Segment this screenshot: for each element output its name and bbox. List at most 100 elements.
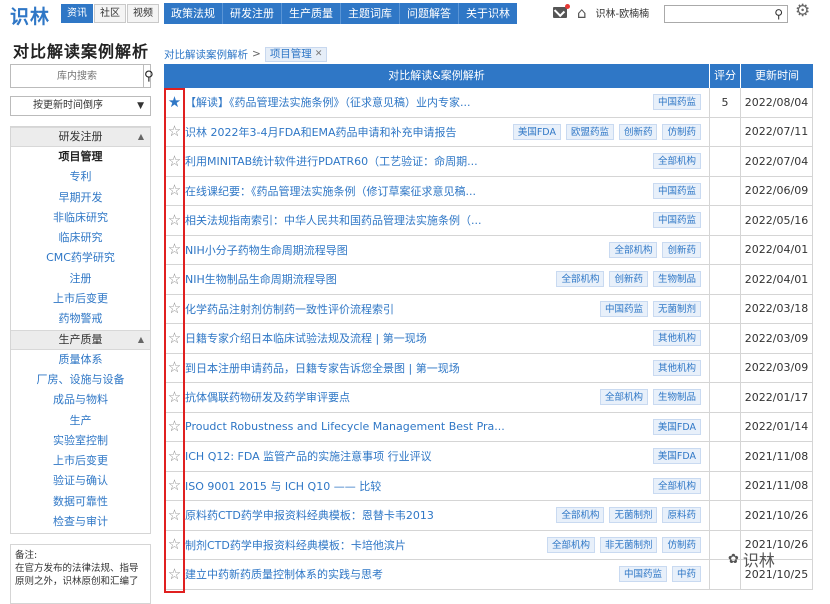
search-icon[interactable]: ⚲ <box>774 8 783 20</box>
category-tag[interactable]: 中药 <box>671 566 701 583</box>
sidebar-menu-item[interactable]: 成品与物料 <box>11 390 150 410</box>
channel-tab[interactable]: 视频 <box>127 4 159 23</box>
star-icon[interactable]: ☆ <box>168 183 181 198</box>
close-icon[interactable]: ✕ <box>315 48 323 61</box>
article-title-link[interactable]: ICH Q12: FDA 监管产品的实施注意事项 行业评议 <box>185 448 648 464</box>
star-icon[interactable]: ☆ <box>168 212 181 228</box>
article-title-link[interactable]: Proudct Robustness and Lifecycle Managem… <box>185 420 648 433</box>
category-tag[interactable]: 中国药监 <box>652 212 701 229</box>
star-icon[interactable]: ☆ <box>168 242 181 257</box>
category-tag[interactable]: 全部机构 <box>546 536 595 553</box>
category-tag[interactable]: 其他机构 <box>652 359 701 376</box>
category-tag[interactable]: 生物制品 <box>652 389 701 406</box>
category-tag[interactable]: 中国药监 <box>618 566 667 583</box>
article-title-link[interactable]: ISO 9001 2015 与 ICH Q10 —— 比较 <box>185 478 648 494</box>
star-icon[interactable]: ☆ <box>168 566 181 582</box>
article-title-link[interactable]: 原料药CTD药学申报资料经典模板：恩替卡韦2013 <box>185 507 551 523</box>
sidebar-menu-item[interactable]: 非临床研究 <box>11 208 150 228</box>
category-tag[interactable]: 创新药 <box>662 241 701 258</box>
category-tag[interactable]: 全部机构 <box>599 389 648 406</box>
sidebar-menu-item[interactable]: 专利 <box>11 167 150 187</box>
star-icon[interactable]: ☆ <box>168 448 181 464</box>
category-tag[interactable]: 全部机构 <box>609 241 658 258</box>
category-tag[interactable]: 其他机构 <box>652 330 701 347</box>
sidebar-menu-item[interactable]: 生产 <box>11 411 150 431</box>
category-tag[interactable]: 全部机构 <box>652 153 701 170</box>
sidebar-menu-item[interactable]: 厂房、设施与设备 <box>11 370 150 390</box>
article-title-link[interactable]: 利用MINITAB统计软件进行PDATR60（工艺验证：命周期... <box>185 153 648 169</box>
star-icon[interactable]: ☆ <box>168 153 181 169</box>
star-icon[interactable]: ☆ <box>168 507 181 523</box>
column-header-date[interactable]: 更新时间 <box>741 64 813 88</box>
star-icon[interactable]: ☆ <box>168 419 181 434</box>
category-tag[interactable]: 全部机构 <box>556 507 605 524</box>
category-tag[interactable]: 美国FDA <box>652 418 701 435</box>
menu-group-header[interactable]: 研发注册 ▲ <box>11 127 150 147</box>
sidebar-menu-item[interactable]: 质量体系 <box>11 350 150 370</box>
star-icon[interactable]: ☆ <box>168 271 181 287</box>
article-title-link[interactable]: 抗体偶联药物研发及药学审评要点 <box>185 389 595 405</box>
category-tag[interactable]: 无菌制剂 <box>609 507 658 524</box>
column-header-score[interactable]: 评分 <box>710 64 741 88</box>
category-tag[interactable]: 全部机构 <box>652 477 701 494</box>
article-title-link[interactable]: 识林 2022年3-4月FDA和EMA药品申请和补充申请报告 <box>185 124 508 140</box>
category-tag[interactable]: 无菌制剂 <box>652 300 701 317</box>
library-search-input[interactable] <box>11 65 143 87</box>
star-icon[interactable]: ☆ <box>168 124 181 139</box>
category-tag[interactable]: 原料药 <box>662 507 701 524</box>
sidebar-menu-item[interactable]: 上市后变更 <box>11 289 150 309</box>
article-title-link[interactable]: 日籍专家介绍日本临床试验法规及流程 | 第一现场 <box>185 330 648 346</box>
article-title-link[interactable]: 在线课纪要：《药品管理法实施条例（修订草案征求意见稿... <box>185 183 648 199</box>
article-title-link[interactable]: 化学药品注射剂仿制药一致性评价流程索引 <box>185 301 595 317</box>
category-tag[interactable]: 生物制品 <box>652 271 701 288</box>
sidebar-menu-item[interactable]: 检查与审计 <box>11 512 150 532</box>
site-logo[interactable]: 识林 <box>10 2 50 29</box>
category-tag[interactable]: 中国药监 <box>599 300 648 317</box>
nav-item[interactable]: 关于识林 <box>459 3 517 24</box>
category-tag[interactable]: 中国药监 <box>652 182 701 199</box>
star-icon[interactable]: ☆ <box>168 330 181 346</box>
nav-item[interactable]: 生产质量 <box>282 3 341 24</box>
category-tag[interactable]: 仿制药 <box>662 536 701 553</box>
article-title-link[interactable]: 建立中药新药质量控制体系的实践与思考 <box>185 566 614 582</box>
category-tag[interactable]: 创新药 <box>618 123 658 140</box>
category-tag[interactable]: 中国药监 <box>652 94 701 111</box>
channel-tab[interactable]: 资讯 <box>61 4 93 23</box>
sidebar-menu-item[interactable]: CMC药学研究 <box>11 248 150 268</box>
article-title-link[interactable]: 到日本注册申请药品，日籍专家告诉您全景图 | 第一现场 <box>185 360 648 376</box>
nav-item[interactable]: 问题解答 <box>400 3 459 24</box>
sidebar-menu-item[interactable]: 验证与确认 <box>11 471 150 491</box>
category-tag[interactable]: 美国FDA <box>512 123 561 140</box>
sort-select[interactable]: 按更新时间倒序 ▼ <box>10 96 151 116</box>
breadcrumb-parent[interactable]: 对比解读案例解析 <box>164 47 248 62</box>
article-title-link[interactable]: 相关法规指南索引：中华人民共和国药品管理法实施条例（... <box>185 212 648 228</box>
channel-tab[interactable]: 社区 <box>94 4 126 23</box>
star-icon[interactable]: ☆ <box>168 537 181 552</box>
gear-icon[interactable]: ⚙ <box>795 3 810 20</box>
article-title-link[interactable]: 制剂CTD药学申报资料经典模板：卡培他滨片 <box>185 537 542 553</box>
home-icon[interactable]: ⌂ <box>577 5 587 20</box>
mail-icon[interactable] <box>553 4 570 18</box>
nav-item[interactable]: 政策法规 <box>164 3 223 24</box>
article-title-link[interactable]: 【解读】《药品管理法实施条例》（征求意见稿）业内专家... <box>185 94 648 110</box>
article-title-link[interactable]: NIH生物制品生命周期流程导图 <box>185 271 551 287</box>
username[interactable]: 识林-欧楠楠 <box>596 5 650 20</box>
sidebar-menu-item[interactable]: 数据可靠性 <box>11 492 150 512</box>
star-icon[interactable]: ☆ <box>168 389 181 405</box>
search-icon[interactable]: ⚲ <box>143 65 154 87</box>
sidebar-menu-item[interactable]: 上市后变更 <box>11 451 150 471</box>
category-tag[interactable]: 美国FDA <box>652 448 701 465</box>
article-title-link[interactable]: NIH小分子药物生命周期流程导图 <box>185 242 604 258</box>
sidebar-menu-item[interactable]: 注册 <box>11 269 150 289</box>
category-tag[interactable]: 创新药 <box>609 271 648 288</box>
category-tag[interactable]: 全部机构 <box>556 271 605 288</box>
star-icon[interactable]: ☆ <box>168 478 181 493</box>
category-tag[interactable]: 仿制药 <box>662 123 701 140</box>
category-tag[interactable]: 欧盟药监 <box>565 123 614 140</box>
nav-item[interactable]: 主题词库 <box>341 3 400 24</box>
star-icon[interactable]: ★ <box>168 94 181 110</box>
global-search-input[interactable] <box>665 6 769 22</box>
star-icon[interactable]: ☆ <box>168 301 181 316</box>
sidebar-menu-item[interactable]: 药物警戒 <box>11 309 150 329</box>
menu-group-header[interactable]: 生产质量 ▲ <box>11 329 150 350</box>
